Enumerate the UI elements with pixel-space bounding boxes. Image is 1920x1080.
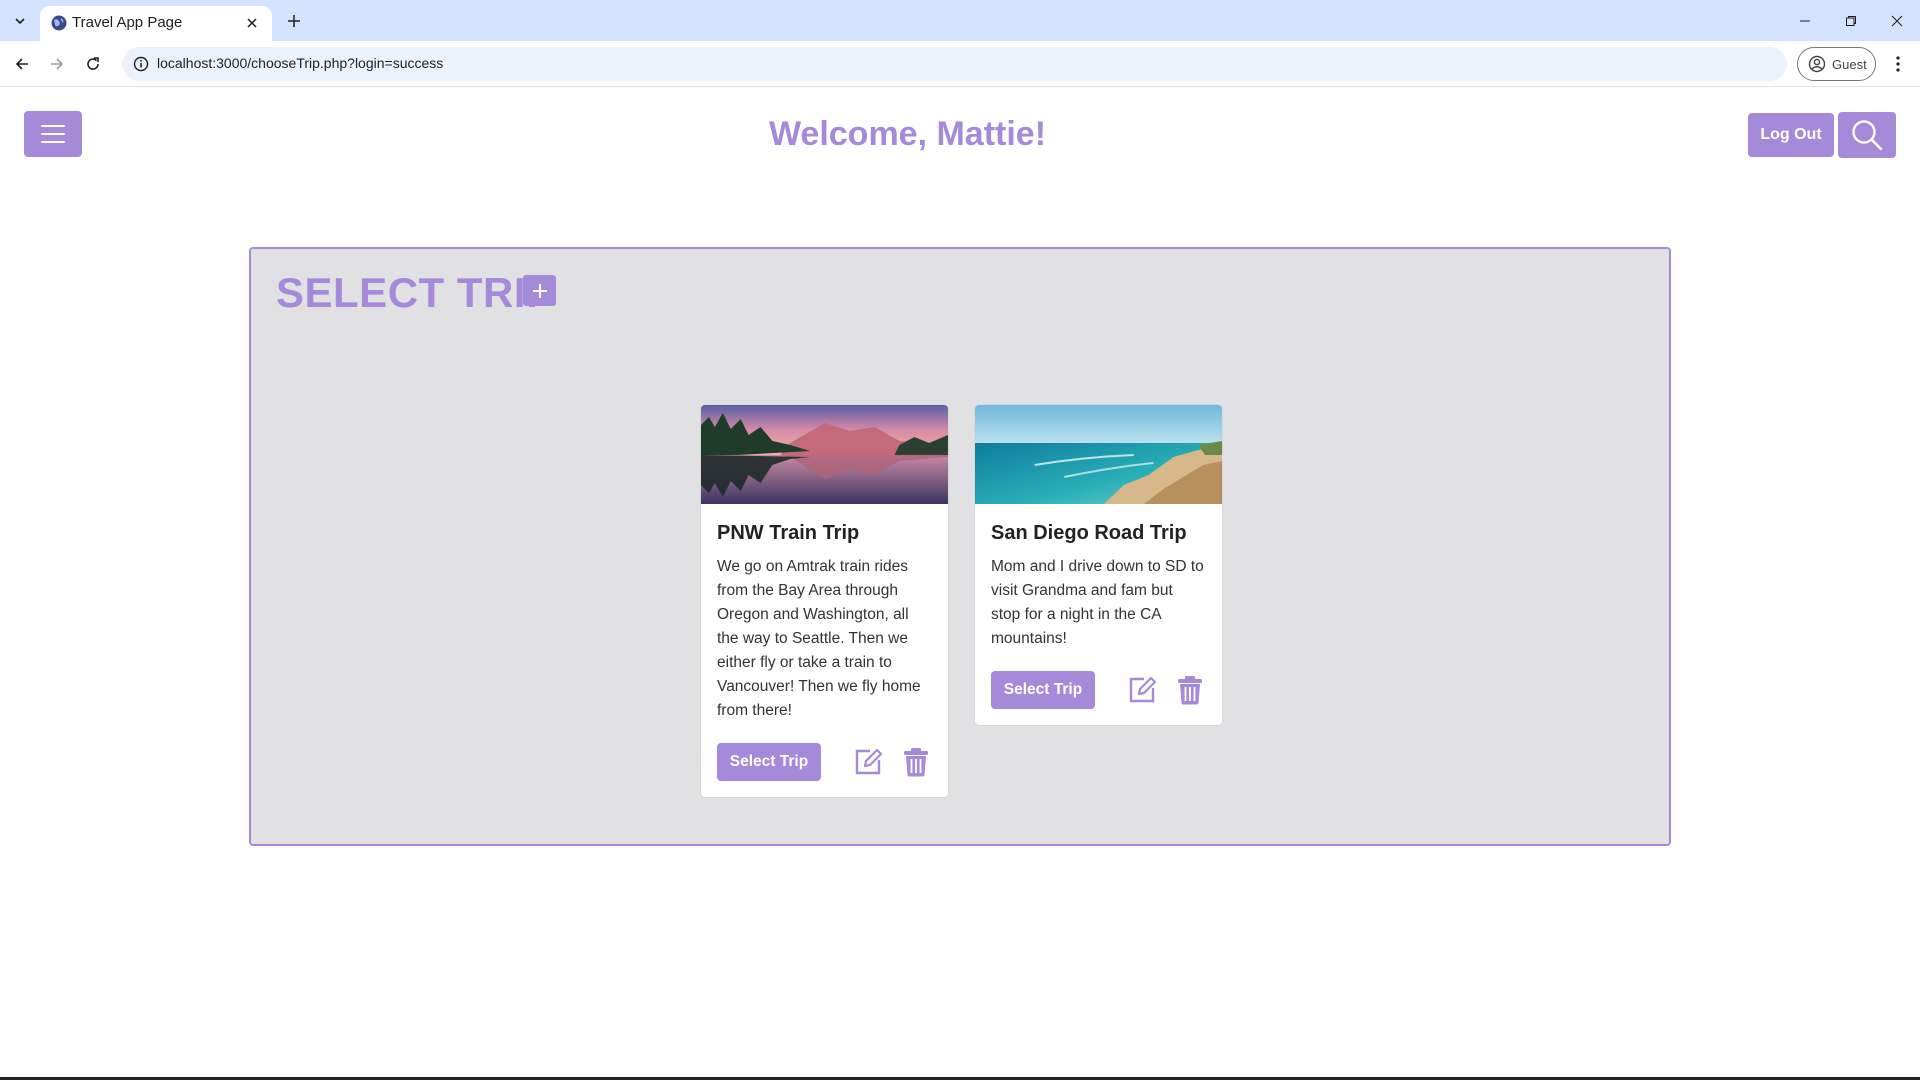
- trip-card: San Diego Road Trip Mom and I drive down…: [974, 404, 1223, 726]
- edit-trip-button[interactable]: [853, 747, 883, 777]
- profile-label: Guest: [1832, 56, 1867, 72]
- tab-title: Travel App Page: [72, 14, 183, 31]
- beach-coast-image: [975, 405, 1222, 504]
- forward-button[interactable]: [43, 50, 71, 78]
- select-trip-panel: SELECT TRIP PNW Train Trip We go on Amtr…: [249, 247, 1671, 846]
- edit-trip-button[interactable]: [1127, 675, 1157, 705]
- globe-icon: [51, 15, 67, 31]
- chevron-down-icon: [15, 18, 25, 25]
- welcome-heading: Welcome, Mattie!: [768, 115, 1047, 153]
- back-button[interactable]: [8, 50, 36, 78]
- account-icon: [1808, 55, 1826, 73]
- search-button[interactable]: [1838, 112, 1896, 158]
- restore-button[interactable]: [1828, 0, 1874, 41]
- profile-button[interactable]: Guest: [1797, 47, 1876, 81]
- search-icon: [1852, 120, 1883, 151]
- delete-trip-button[interactable]: [1175, 675, 1205, 705]
- trip-actions: Select Trip: [717, 743, 932, 781]
- info-icon[interactable]: [132, 55, 150, 73]
- select-trip-button[interactable]: Select Trip: [991, 671, 1095, 709]
- reload-button[interactable]: [79, 50, 107, 78]
- panel-title: SELECT TRIP: [276, 269, 555, 316]
- minimize-button[interactable]: [1782, 0, 1828, 41]
- restore-icon: [1846, 15, 1856, 26]
- browser-tab[interactable]: Travel App Page: [40, 6, 272, 41]
- close-icon: [247, 18, 257, 28]
- trip-title: PNW Train Trip: [717, 522, 860, 544]
- arrow-left-icon: [15, 58, 28, 70]
- select-trip-button[interactable]: Select Trip: [717, 743, 821, 781]
- address-bar[interactable]: localhost:3000/chooseTrip.php?login=succ…: [122, 47, 1787, 81]
- plus-icon: [532, 283, 547, 298]
- plus-icon: [288, 15, 300, 27]
- trip-title: San Diego Road Trip: [991, 522, 1187, 544]
- more-vertical-icon: [1896, 56, 1900, 72]
- edit-icon: [855, 748, 883, 775]
- trip-card: PNW Train Trip We go on Amtrak train rid…: [700, 404, 949, 798]
- page-content: Welcome, Mattie! Log Out SELECT TRIP PNW…: [0, 87, 1920, 1080]
- tab-close-button[interactable]: [242, 13, 262, 33]
- reload-icon: [87, 57, 99, 70]
- trip-description: We go on Amtrak train rides from the Bay…: [717, 558, 921, 719]
- trip-description: Mom and I drive down to SD to visit Gran…: [991, 558, 1204, 647]
- close-window-button[interactable]: [1874, 0, 1920, 41]
- add-trip-button[interactable]: [523, 275, 556, 306]
- url-text[interactable]: localhost:3000/chooseTrip.php?login=succ…: [157, 55, 443, 71]
- trash-icon: [1178, 676, 1202, 705]
- delete-trip-button[interactable]: [901, 747, 931, 777]
- trip-actions: Select Trip: [991, 671, 1206, 709]
- browser-toolbar: localhost:3000/chooseTrip.php?login=succ…: [0, 41, 1920, 87]
- tab-search-button[interactable]: [8, 9, 32, 33]
- arrow-right-icon: [51, 58, 64, 70]
- edit-icon: [1129, 676, 1157, 703]
- logout-button[interactable]: Log Out: [1748, 113, 1834, 157]
- browser-titlebar: Travel App Page: [0, 0, 1920, 41]
- browser-menu-button[interactable]: [1884, 50, 1912, 78]
- mountain-lake-image: [701, 405, 948, 504]
- trash-icon: [904, 748, 928, 777]
- minimize-icon: [1800, 20, 1810, 21]
- new-tab-button[interactable]: [282, 9, 306, 33]
- close-icon: [1891, 15, 1903, 26]
